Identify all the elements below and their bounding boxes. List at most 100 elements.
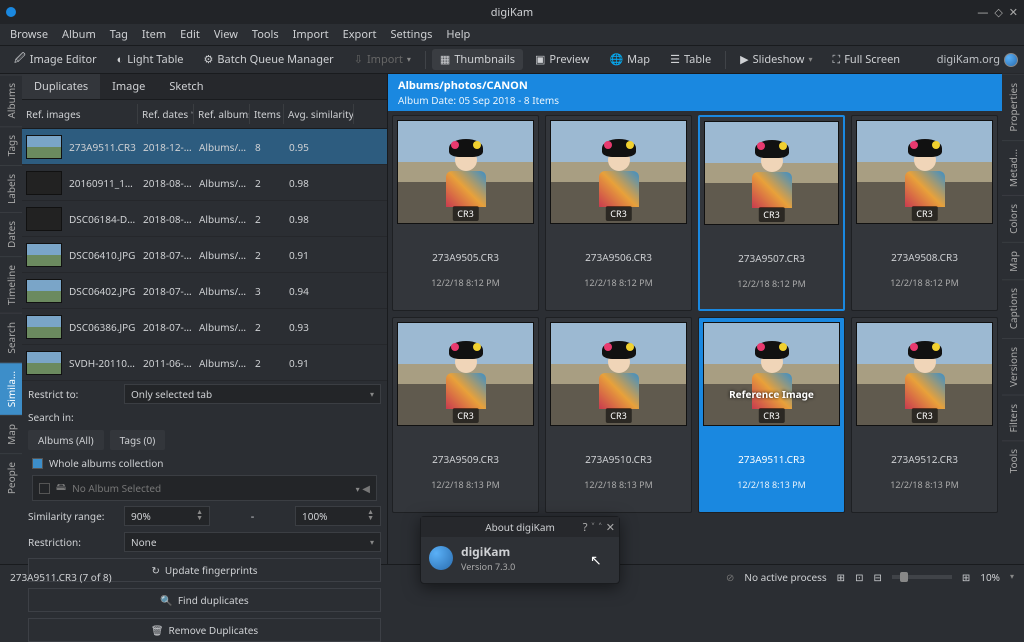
clear-icon[interactable]: ◀ [362,481,370,495]
about-title: About digiKam [485,520,555,534]
lefttab-people[interactable]: People [0,453,22,502]
menu-help[interactable]: Help [446,27,470,42]
menu-edit[interactable]: Edit [180,27,200,42]
col-ref-images[interactable]: Ref. images [22,104,138,124]
brand-link[interactable]: digiKam.org [937,52,1018,67]
lefttab-simila[interactable]: Simila... [0,362,22,415]
righttab-metad[interactable]: Metad... [1002,140,1024,195]
albums-all-tab[interactable]: Albums (All) [28,430,104,450]
menu-view[interactable]: View [214,27,238,42]
format-badge: CR3 [911,206,937,221]
col-ref-dates[interactable]: Ref. dates ˄ [138,104,194,124]
row-thumb [26,171,62,195]
about-dialog: About digiKam ? ˅ ˄ ✕ digiKam Version 7.… [420,516,620,584]
menu-tools[interactable]: Tools [252,27,279,42]
batch-queue-button[interactable]: ⚙Batch Queue Manager [196,49,342,70]
duplicate-row[interactable]: DSC06402.JPG2018-07-12...Albums/pho...30… [22,273,387,309]
restriction-combo[interactable]: None▾ [124,532,381,552]
lefttab-search[interactable]: Search [0,313,22,362]
thumbnail-image: CR3 [397,120,534,224]
menu-import[interactable]: Import [293,27,329,42]
lefttab-labels[interactable]: Labels [0,165,22,212]
menu-tag[interactable]: Tag [110,27,128,42]
about-close-icon[interactable]: ✕ [606,520,615,535]
row-album: Albums/pho... [196,248,252,262]
thumbnail-cell[interactable]: ⊕CR3273A9508.CR312/2/18 8:12 PM [851,115,998,311]
sidetab-duplicates[interactable]: Duplicates [22,74,100,99]
thumbnail-cell[interactable]: ⊕Reference ImageCR3273A9511.CR312/2/18 8… [698,317,845,513]
thumb-filename: 273A9505.CR3 [397,250,534,264]
zoom-out-icon[interactable]: ⊟ [873,570,881,584]
lefttab-tags[interactable]: Tags [0,126,22,164]
righttab-map[interactable]: Map [1002,242,1024,280]
righttab-captions[interactable]: Captions [1002,279,1024,337]
duplicate-row[interactable]: 20160911_132121...2018-08-21...Albums/ph… [22,165,387,201]
lefttab-albums[interactable]: Albums [0,74,22,126]
album-item-checkbox[interactable] [39,483,50,494]
row-name: DSC06410.JPG [66,248,140,262]
menu-album[interactable]: Album [62,27,96,42]
duplicate-row[interactable]: 273A9511.CR32018-12-02...Albums/pho...80… [22,129,387,165]
righttab-versions[interactable]: Versions [1002,338,1024,395]
thumbnails-view-button[interactable]: ▦Thumbnails [432,49,523,70]
menu-browse[interactable]: Browse [10,27,48,42]
zoom-100-icon[interactable]: ⊡ [855,570,863,584]
righttab-filters[interactable]: Filters [1002,395,1024,441]
duplicate-row[interactable]: DSC06410.JPG2018-07-12...Albums/pho...20… [22,237,387,273]
zoom-value: 10% [980,570,1000,584]
light-table-button[interactable]: ◐Light Table [109,49,192,70]
thumbnail-cell[interactable]: ⊕CR3273A9509.CR312/2/18 8:13 PM [392,317,539,513]
zoom-in-icon[interactable]: ⊞ [962,570,970,584]
close-icon[interactable]: ✕ [1009,5,1018,20]
duplicate-row[interactable]: SVDH-20110604-D...2011-06-04...Albums/ph… [22,345,387,381]
restrict-combo[interactable]: Only selected tab▾ [124,384,381,404]
maximize-icon[interactable]: ◇ [994,5,1002,20]
status-cancel-icon[interactable]: ⊘ [726,570,734,584]
righttab-colors[interactable]: Colors [1002,195,1024,242]
lefttab-map[interactable]: Map [0,415,22,453]
about-min-icon[interactable]: ˅ [592,520,595,535]
table-view-button[interactable]: ☰Table [662,49,719,70]
import-button[interactable]: ⇩Import▾ [346,49,419,70]
zoom-slider[interactable] [892,575,952,579]
righttab-properties[interactable]: Properties [1002,74,1024,140]
duplicate-row[interactable]: DSC06386.JPG2018-07-12...Albums/pho...20… [22,309,387,345]
lefttab-timeline[interactable]: Timeline [0,256,22,313]
zoom-fit-icon[interactable]: ⊞ [837,570,845,584]
fullscreen-button[interactable]: ⛶Full Screen [824,49,908,70]
sidetab-image[interactable]: Image [100,74,157,99]
slideshow-button[interactable]: ▶Slideshow▾ [732,49,820,70]
sim-max-spinner[interactable]: 100%▲▼ [295,506,381,526]
col-ref-albums[interactable]: Ref. albums [194,104,250,124]
similarity-range-label: Similarity range: [28,509,118,523]
format-badge: CR3 [758,207,784,222]
about-max-icon[interactable]: ˄ [599,520,602,535]
menubar: Browse Album Tag Item Edit View Tools Import Exp… [0,24,1024,46]
map-view-button[interactable]: 🌐Map [601,49,658,70]
row-date: 2011-06-04... [140,356,196,370]
album-selector[interactable]: 🖴No Album Selected ▾ ◀ [32,475,377,501]
menu-item[interactable]: Item [142,27,166,42]
lefttab-dates[interactable]: Dates [0,212,22,256]
duplicate-row[interactable]: DSC06184-DSC06...2018-08-21...Albums/pho… [22,201,387,237]
sidetab-sketch[interactable]: Sketch [157,74,215,99]
remove-duplicates-button[interactable]: 🗑Remove Duplicates [28,618,381,642]
thumbnail-cell[interactable]: ⊕CR3273A9505.CR312/2/18 8:12 PM [392,115,539,311]
minimize-icon[interactable]: — [977,5,988,20]
righttab-tools[interactable]: Tools [1002,440,1024,481]
col-items[interactable]: Items [250,104,284,124]
about-help-icon[interactable]: ? [583,520,588,535]
tags-zero-tab[interactable]: Tags (0) [110,430,166,450]
menu-export[interactable]: Export [343,27,377,42]
thumbnail-cell[interactable]: ⊕CR3273A9507.CR312/2/18 8:12 PM [698,115,845,311]
preview-view-button[interactable]: ▣Preview [527,49,597,70]
image-editor-button[interactable]: 🖉Image Editor [6,47,105,72]
whole-albums-checkbox[interactable] [32,458,43,469]
col-avg-similarity[interactable]: Avg. similarity [284,104,354,124]
sim-min-spinner[interactable]: 90%▲▼ [124,506,210,526]
thumbnail-cell[interactable]: ⊕CR3273A9510.CR312/2/18 8:13 PM [545,317,692,513]
menu-settings[interactable]: Settings [391,27,433,42]
thumbnail-cell[interactable]: ⊕CR3273A9512.CR312/2/18 8:13 PM [851,317,998,513]
thumbnail-cell[interactable]: ⊕CR3273A9506.CR312/2/18 8:12 PM [545,115,692,311]
row-thumb [26,207,62,231]
